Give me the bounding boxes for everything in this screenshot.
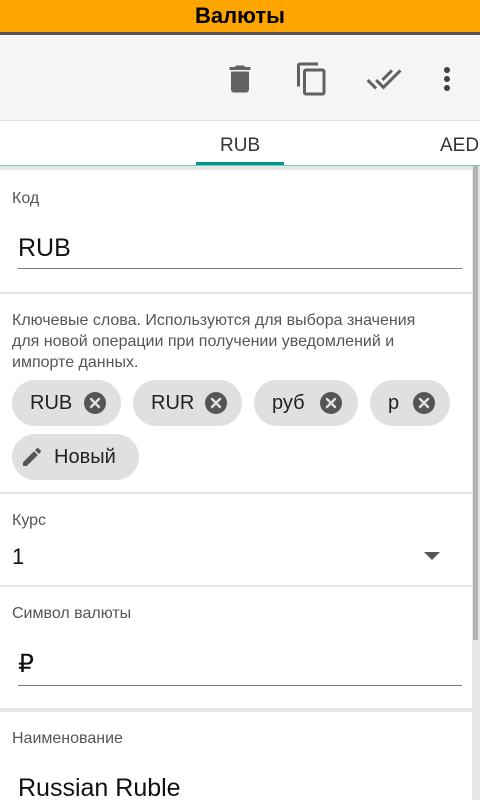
delete-icon[interactable]	[222, 61, 258, 97]
name-card: Наименование Russian Ruble	[0, 712, 472, 800]
toolbar	[0, 35, 480, 120]
more-vert-icon[interactable]	[429, 61, 465, 97]
scrollbar[interactable]	[473, 166, 478, 640]
symbol-input[interactable]: ₽	[18, 649, 34, 679]
done-all-icon[interactable]	[366, 61, 402, 97]
chip-label: RUR	[151, 392, 195, 414]
close-circle-icon[interactable]	[319, 391, 343, 415]
keywords-description: Ключевые слова. Используются для выбора …	[12, 312, 416, 371]
name-input[interactable]: Russian Ruble	[18, 774, 181, 800]
code-input[interactable]: RUB	[18, 234, 71, 263]
symbol-card: Символ валюты ₽	[0, 587, 472, 708]
code-label: Код	[12, 190, 40, 207]
rate-select[interactable]: 1	[12, 544, 24, 570]
rate-card: Курс 1	[0, 494, 472, 585]
chevron-down-icon[interactable]	[424, 552, 440, 560]
code-underline	[18, 268, 462, 269]
keyword-chip[interactable]: руб	[254, 380, 358, 426]
chip-label: RUB	[30, 392, 73, 414]
rate-label: Курс	[12, 512, 47, 529]
copy-icon[interactable]	[294, 61, 330, 97]
tab-rub[interactable]: RUB	[220, 135, 260, 157]
chip-label: руб	[272, 392, 305, 414]
window-title: Валюты	[0, 0, 480, 32]
keywords-card: Ключевые слова. Используются для выбора …	[0, 294, 472, 492]
keyword-chip[interactable]: RUR	[133, 380, 242, 426]
close-circle-icon[interactable]	[412, 391, 436, 415]
tab-bar: RUB AED	[0, 120, 480, 167]
new-keyword-label: Новый	[54, 446, 116, 468]
name-label: Наименование	[12, 730, 123, 747]
symbol-underline	[18, 685, 462, 686]
new-keyword-chip[interactable]: Новый	[12, 434, 139, 480]
keyword-chip[interactable]: р	[370, 380, 450, 426]
edit-icon	[20, 445, 44, 469]
tab-aed[interactable]: AED	[440, 135, 479, 157]
keyword-chip[interactable]: RUB	[12, 380, 121, 426]
form-content[interactable]: Код RUB Ключевые слова. Используются для…	[0, 166, 480, 800]
chip-label: р	[388, 392, 400, 414]
code-card: Код RUB	[0, 170, 472, 292]
close-circle-icon[interactable]	[204, 391, 228, 415]
symbol-label: Символ валюты	[12, 605, 132, 622]
close-circle-icon[interactable]	[83, 391, 107, 415]
